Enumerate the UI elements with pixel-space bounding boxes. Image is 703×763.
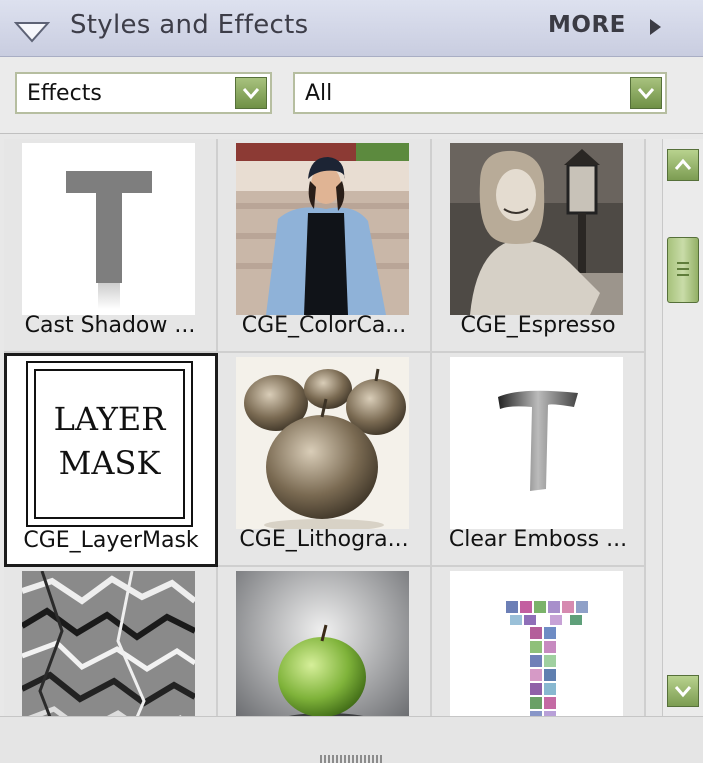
effect-label: CGE_ColorCa...	[241, 313, 407, 338]
layer-mask-thumbnail: LAYER MASK	[23, 358, 196, 530]
effect-tile-crumpled-texture[interactable]	[4, 567, 218, 716]
layer-mask-text-line1: LAYER	[54, 400, 167, 438]
category-filter-dropdown[interactable]: All	[293, 72, 667, 114]
grip-line	[677, 262, 689, 264]
filter-bar: Effects All	[0, 57, 703, 134]
effect-tile-cge-lithograph[interactable]: CGE_Lithogra...	[218, 353, 432, 567]
triangle-down-icon[interactable]	[14, 20, 50, 44]
styles-and-effects-panel: Styles and Effects MORE Effects All Cast…	[0, 0, 703, 763]
more-label: MORE	[548, 12, 626, 38]
effect-type-value: Effects	[27, 81, 102, 106]
effect-label: Cast Shadow ...	[24, 313, 196, 338]
triangle-right-icon	[650, 19, 661, 35]
category-filter-value: All	[305, 81, 333, 106]
grip-line	[677, 268, 689, 270]
chevron-up-icon	[674, 158, 692, 170]
effect-label: CGE_Espresso	[460, 313, 616, 338]
more-button[interactable]: MORE	[548, 12, 661, 44]
effect-tile-cge-espresso[interactable]: CGE_Espresso	[432, 139, 646, 353]
effect-label: CGE_LayerMask	[23, 528, 199, 553]
vertical-scrollbar[interactable]	[662, 139, 703, 716]
woman-lantern-photo-thumbnail	[450, 143, 623, 315]
scroll-down-button[interactable]	[667, 675, 699, 707]
effect-label: CGE_Lithogra...	[239, 527, 409, 552]
woman-denim-photo-thumbnail	[236, 143, 409, 315]
effect-tile-clear-emboss[interactable]: Clear Emboss ...	[432, 353, 646, 567]
panel-title: Styles and Effects	[70, 10, 309, 40]
crumpled-texture-thumbnail	[22, 571, 195, 716]
effect-tile-cast-shadow[interactable]: Cast Shadow ...	[4, 139, 218, 353]
scrollbar-thumb[interactable]	[667, 237, 699, 303]
cast-shadow-thumbnail	[22, 143, 195, 315]
effect-tile-cge-layermask[interactable]: LAYER MASK CGE_LayerMask	[4, 353, 218, 567]
chevron-down-icon	[674, 686, 692, 698]
mosaic-T-thumbnail	[450, 571, 623, 716]
chevron-down-icon[interactable]	[235, 77, 267, 109]
effect-tile-cge-colorcast[interactable]: CGE_ColorCa...	[218, 139, 432, 353]
chevron-down-icon[interactable]	[630, 77, 662, 109]
embossed-T-thumbnail	[450, 357, 623, 529]
effect-tile-green-apple[interactable]	[218, 567, 432, 716]
panel-footer	[0, 716, 703, 763]
effect-type-dropdown[interactable]: Effects	[15, 72, 272, 114]
effect-tile-mosaic-T[interactable]	[432, 567, 646, 716]
green-apple-thumbnail	[236, 571, 409, 716]
panel-header: Styles and Effects MORE	[0, 0, 703, 57]
effects-grid: Cast Shadow ... CGE_ColorCa... CGE_Espre…	[4, 139, 646, 716]
layer-mask-text-line2: MASK	[59, 444, 162, 482]
effect-label: Clear Emboss ...	[448, 527, 628, 552]
grip-line	[677, 274, 689, 276]
scroll-up-button[interactable]	[667, 149, 699, 181]
sepia-apples-thumbnail	[236, 357, 409, 529]
